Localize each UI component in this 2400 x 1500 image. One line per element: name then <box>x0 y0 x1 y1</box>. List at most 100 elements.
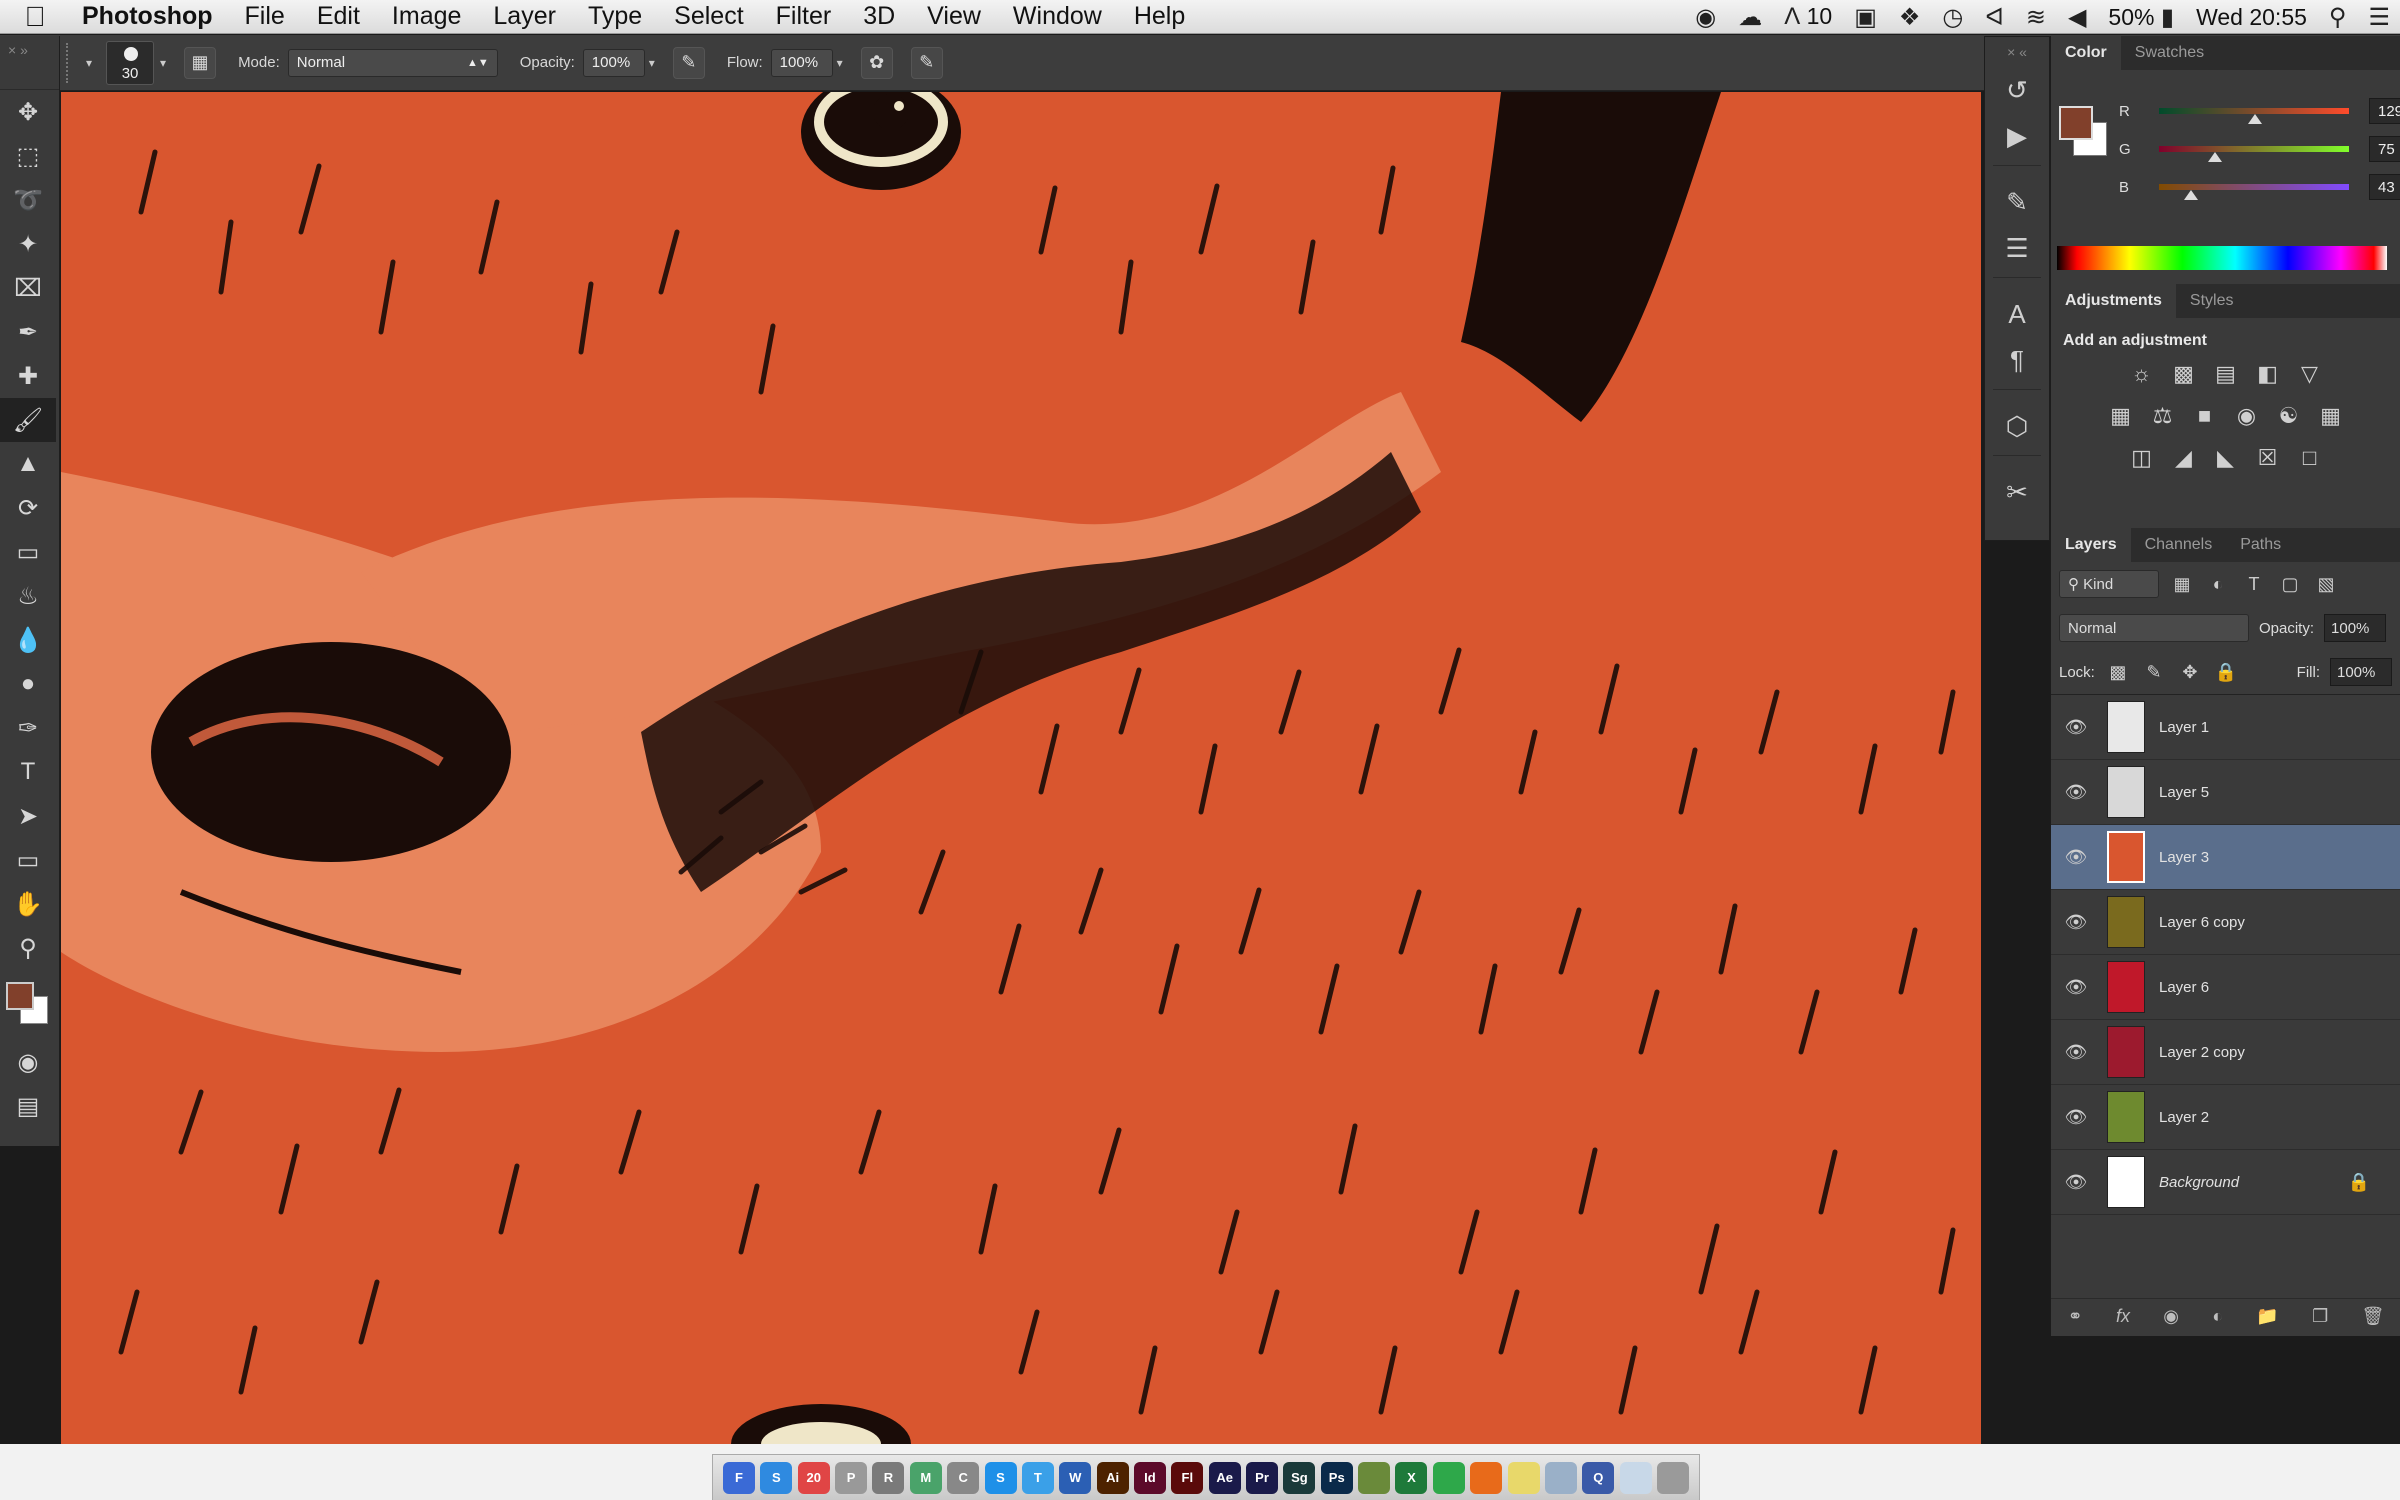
layer-row-layer-1[interactable]: 👁 Layer 1 <box>2051 695 2400 760</box>
dock-app-icon[interactable]: Id <box>1133 1461 1166 1494</box>
move-tool-icon[interactable]: ✥ <box>0 90 56 134</box>
path-selection-tool-icon[interactable]: ➤ <box>0 794 56 838</box>
blue-slider-thumb[interactable] <box>2184 190 2199 200</box>
lock-transparent-icon[interactable]: ▩ <box>2105 662 2131 683</box>
filter-type-icon[interactable]: T <box>2241 574 2267 595</box>
color-spectrum-ramp[interactable] <box>2057 246 2387 270</box>
layer-row-layer-5[interactable]: 👁 Layer 5 <box>2051 760 2400 825</box>
tool-presets-panel-icon[interactable]: ✂ <box>1985 469 2049 515</box>
layer-row-layer-2-copy[interactable]: 👁 Layer 2 copy <box>2051 1020 2400 1085</box>
paragraph-panel-icon[interactable]: ¶ <box>1985 337 2049 383</box>
dock-app-icon[interactable]: R <box>872 1461 905 1494</box>
visibility-eye-icon[interactable]: 👁 <box>2051 1107 2101 1128</box>
threshold-icon[interactable]: ◣ <box>2212 444 2240 472</box>
lock-all-icon[interactable]: 🔒 <box>2213 662 2239 683</box>
tab-styles[interactable]: Styles <box>2176 284 2248 318</box>
dropbox-icon[interactable]: ❖ <box>1899 3 1921 32</box>
menu-file[interactable]: File <box>229 2 301 31</box>
character-panel-icon[interactable]: A <box>1985 291 2049 337</box>
dock-app-icon[interactable] <box>1432 1461 1465 1494</box>
type-tool-icon[interactable]: T <box>0 750 56 794</box>
dock-app-icon[interactable]: S <box>760 1461 793 1494</box>
bluetooth-icon[interactable]: ᐊ <box>1985 3 2003 32</box>
menu-layer[interactable]: Layer <box>477 2 572 31</box>
curves-icon[interactable]: ▤ <box>2212 360 2240 388</box>
blue-value-input[interactable]: 43 <box>2369 174 2400 200</box>
green-slider[interactable] <box>2159 146 2349 162</box>
screen-mode-icon[interactable]: ▤ <box>0 1084 56 1128</box>
actions-panel-icon[interactable]: ▶ <box>1985 113 2049 159</box>
brush-picker-caret-icon[interactable]: ▾ <box>160 56 166 70</box>
paint-bucket-tool-icon[interactable]: ♨ <box>0 574 56 618</box>
foreground-color-swatch[interactable] <box>6 982 34 1010</box>
dock-app-icon[interactable]: M <box>909 1461 942 1494</box>
menu-type[interactable]: Type <box>572 2 658 31</box>
marquee-tool-icon[interactable]: ⬚ <box>0 134 56 178</box>
layer-blend-mode-select[interactable]: Normal <box>2059 614 2249 642</box>
add-mask-icon[interactable]: ◉ <box>2163 1306 2179 1327</box>
brightness-contrast-icon[interactable]: ☼ <box>2128 360 2156 388</box>
blue-slider[interactable] <box>2159 184 2349 200</box>
pen-tool-icon[interactable]: ✑ <box>0 706 56 750</box>
tab-swatches[interactable]: Swatches <box>2121 36 2218 70</box>
menu-select[interactable]: Select <box>658 2 759 31</box>
channel-mixer-icon[interactable]: ☯ <box>2275 402 2303 430</box>
flow-input[interactable]: 100% <box>770 48 833 77</box>
invert-icon[interactable]: ◫ <box>2128 444 2156 472</box>
layer-opacity-input[interactable]: 100% <box>2324 614 2387 642</box>
dock-app-icon[interactable]: C <box>947 1461 980 1494</box>
airbrush-icon[interactable]: ✿ <box>860 46 893 79</box>
eyedropper-tool-icon[interactable]: ✒ <box>0 310 56 354</box>
new-layer-icon[interactable]: ❐ <box>2312 1306 2328 1327</box>
visibility-eye-icon[interactable]: 👁 <box>2051 847 2101 868</box>
wifi-icon[interactable]: ≋ <box>2026 3 2046 32</box>
menu-app-name[interactable]: Photoshop <box>70 2 229 31</box>
dodge-tool-icon[interactable]: ● <box>0 662 56 706</box>
vibrance-icon[interactable]: ▽ <box>2296 360 2324 388</box>
healing-brush-tool-icon[interactable]: ✚ <box>0 354 56 398</box>
visibility-eye-icon[interactable]: 👁 <box>2051 912 2101 933</box>
menu-window[interactable]: Window <box>997 2 1118 31</box>
zoom-tool-icon[interactable]: ⚲ <box>0 926 56 970</box>
3d-panel-icon[interactable]: ⬡ <box>1985 403 2049 449</box>
new-adjustment-layer-icon[interactable]: ◐ <box>2212 1306 2223 1327</box>
link-layers-icon[interactable]: ⚭ <box>2068 1306 2083 1327</box>
dock-app-icon[interactable] <box>1656 1461 1689 1494</box>
layer-kind-filter[interactable]: ⚲ Kind <box>2059 570 2159 598</box>
dock-app-icon[interactable]: P <box>835 1461 868 1494</box>
brush-panel-icon[interactable]: ✎ <box>1985 179 2049 225</box>
adobe-count-item[interactable]: Λ 10 <box>1784 3 1832 31</box>
photo-filter-icon[interactable]: ◉ <box>2233 402 2261 430</box>
dock-app-icon[interactable] <box>1358 1461 1391 1494</box>
time-machine-icon[interactable]: ◷ <box>1942 3 1963 32</box>
posterize-icon[interactable]: ◢ <box>2170 444 2198 472</box>
tab-adjustments[interactable]: Adjustments <box>2051 284 2176 318</box>
menu-edit[interactable]: Edit <box>301 2 376 31</box>
dock-app-icon[interactable]: Sg <box>1283 1461 1316 1494</box>
red-slider-thumb[interactable] <box>2248 114 2263 124</box>
levels-icon[interactable]: ▩ <box>2170 360 2198 388</box>
opacity-input[interactable]: 100% <box>582 48 645 77</box>
menu-image[interactable]: Image <box>376 2 477 31</box>
brush-presets-panel-icon[interactable]: ☰ <box>1985 225 2049 271</box>
hand-tool-icon[interactable]: ✋ <box>0 882 56 926</box>
selective-color-icon[interactable]: ☒ <box>2254 444 2282 472</box>
gradient-map-icon[interactable]: □ <box>2296 444 2324 472</box>
mode-select[interactable]: Normal ▲▼ <box>287 48 498 77</box>
color-lookup-icon[interactable]: ▦ <box>2317 402 2345 430</box>
visibility-eye-icon[interactable]: 👁 <box>2051 1042 2101 1063</box>
layer-row-layer-2[interactable]: 👁 Layer 2 <box>2051 1085 2400 1150</box>
dock-app-icon[interactable]: Q <box>1582 1461 1615 1494</box>
layer-row-layer-6[interactable]: 👁 Layer 6 <box>2051 955 2400 1020</box>
dock-app-icon[interactable]: S <box>984 1461 1017 1494</box>
tab-color[interactable]: Color <box>2051 36 2121 70</box>
layer-fill-input[interactable]: 100% <box>2330 658 2392 686</box>
clock[interactable]: Wed 20:55 <box>2196 4 2307 31</box>
green-slider-thumb[interactable] <box>2207 152 2222 162</box>
dock-app-icon[interactable]: Ps <box>1320 1461 1353 1494</box>
history-brush-tool-icon[interactable]: ⟳ <box>0 486 56 530</box>
dock-app-icon[interactable] <box>1507 1461 1540 1494</box>
crop-tool-icon[interactable]: ⌧ <box>0 266 56 310</box>
delete-layer-trash-icon[interactable]: 🗑 <box>2361 1306 2384 1327</box>
lock-image-icon[interactable]: ✎ <box>2141 662 2167 683</box>
